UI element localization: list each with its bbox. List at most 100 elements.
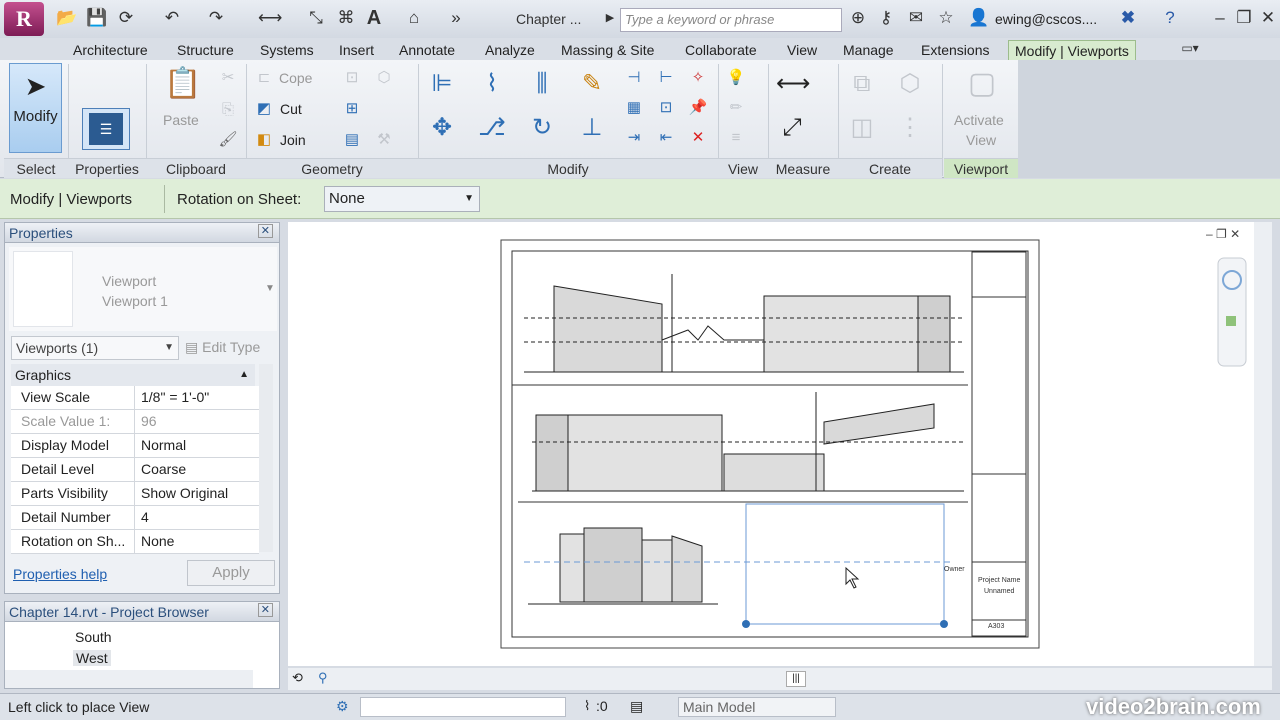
chevron-right-icon[interactable]: ▶ xyxy=(600,8,620,28)
delete-icon[interactable]: ✕ xyxy=(688,128,708,148)
pin-icon[interactable]: 📌 xyxy=(688,98,708,118)
rotation-on-sheet-select[interactable]: None ▼ xyxy=(324,186,480,212)
scroll-thumb[interactable]: ||| xyxy=(786,671,806,687)
visual-style-icon[interactable]: ⟲ xyxy=(292,670,303,686)
design-options-icon[interactable]: ▤ xyxy=(630,698,643,715)
binoculars-icon[interactable]: ⊕ xyxy=(848,8,868,28)
close-icon[interactable]: ✕ xyxy=(1258,8,1278,28)
sync-icon[interactable]: ⟳ xyxy=(116,8,136,28)
panel-measure[interactable]: Measure xyxy=(768,158,838,178)
vertical-scrollbar[interactable] xyxy=(1254,222,1272,666)
mirror-pick-axis-icon[interactable]: ⫼ xyxy=(526,68,558,100)
properties-scrollbar[interactable] xyxy=(259,364,273,552)
modify-button[interactable]: ➤ Modify xyxy=(9,63,62,153)
copy-element-icon[interactable]: ⎇ xyxy=(476,112,508,144)
paint-icon[interactable]: ▤ xyxy=(342,130,362,150)
ribbon-toggle-icon[interactable]: ▭▾ xyxy=(1180,38,1200,58)
split-gap-icon[interactable]: ⊢ xyxy=(656,68,676,88)
align-icon[interactable]: ⊫ xyxy=(426,68,458,100)
workset-select[interactable] xyxy=(360,697,566,717)
3d-view-icon[interactable]: ⌂ xyxy=(404,8,424,28)
split-face-icon[interactable]: ⊞ xyxy=(342,99,362,119)
join-icon[interactable]: ◧ xyxy=(254,130,274,150)
properties-help-link[interactable]: Properties help xyxy=(13,566,107,582)
trim-multiple-icon[interactable]: ⇥ xyxy=(624,128,644,148)
application-menu-button[interactable]: R xyxy=(4,2,44,36)
panel-select[interactable]: Select xyxy=(4,158,68,178)
offset-icon[interactable]: ⌇ xyxy=(476,68,508,100)
property-parts-visibility[interactable]: Parts Visibility Show Original xyxy=(11,482,259,506)
view-control-bar[interactable]: ⟲ ⚲ ||| xyxy=(288,668,1272,690)
save-icon[interactable]: 💾 xyxy=(86,8,107,28)
tab-modify-viewports[interactable]: Modify | Viewports xyxy=(1008,40,1136,60)
design-option-select[interactable]: Main Model xyxy=(678,697,836,717)
text-icon[interactable]: A xyxy=(364,8,384,28)
redo-icon[interactable]: ↷ xyxy=(206,8,226,28)
scale-icon[interactable]: ⊡ xyxy=(656,98,676,118)
worksharing-icon[interactable]: ⚲ xyxy=(318,670,328,686)
aligned-dimension-icon[interactable]: ⤡ xyxy=(306,8,326,28)
array-icon[interactable]: ▦ xyxy=(624,98,644,118)
browser-hscrollbar[interactable] xyxy=(5,670,253,688)
key-icon[interactable]: ⚷ xyxy=(876,8,896,28)
tab-structure[interactable]: Structure xyxy=(171,40,240,60)
minimize-icon[interactable]: – xyxy=(1210,8,1230,28)
type-properties-button[interactable]: ☰ xyxy=(82,108,130,150)
cut-geometry-label[interactable]: Cut xyxy=(280,101,302,117)
property-display-model[interactable]: Display Model Normal xyxy=(11,434,259,458)
user-name[interactable]: ewing@cscos.... xyxy=(995,11,1097,27)
tab-annotate[interactable]: Annotate xyxy=(393,40,461,60)
move-icon[interactable]: ✥ xyxy=(426,112,458,144)
close-icon[interactable]: ✕ xyxy=(257,603,273,617)
type-selector[interactable]: Viewport Viewport 1 ▼ xyxy=(9,247,277,331)
tab-analyze[interactable]: Analyze xyxy=(479,40,541,60)
tab-view[interactable]: View xyxy=(781,40,823,60)
edit-type-button[interactable]: ▤ Edit Type xyxy=(185,339,260,356)
measure-between-icon[interactable]: ⟷ xyxy=(776,68,810,100)
tab-manage[interactable]: Manage xyxy=(837,40,900,60)
element-filter-select[interactable]: Viewports (1) ▼ xyxy=(11,336,179,360)
trim-single-icon[interactable]: ⇤ xyxy=(656,128,676,148)
drawing-area[interactable]: Owner Project Name Unnamed A303 – ❐ ✕ xyxy=(288,222,1272,666)
star-icon[interactable]: ☆ xyxy=(936,8,956,28)
property-view-scale[interactable]: View Scale 1/8" = 1'-0" xyxy=(11,386,259,410)
browser-item-south[interactable]: South xyxy=(75,629,112,645)
search-input[interactable]: Type a keyword or phrase xyxy=(620,8,842,32)
close-icon[interactable]: ✕ xyxy=(257,224,273,238)
undo-icon[interactable]: ↶ xyxy=(162,8,182,28)
user-icon[interactable]: 👤 xyxy=(968,8,989,28)
worksets-icon[interactable]: ⚙ xyxy=(336,698,349,715)
restore-icon[interactable]: ❐ xyxy=(1234,8,1254,28)
tab-collaborate[interactable]: Collaborate xyxy=(679,40,763,60)
more-icon[interactable]: » xyxy=(446,8,466,28)
match-properties-icon[interactable]: 🖌 xyxy=(218,130,238,150)
mirror-draw-axis-icon[interactable]: ✎ xyxy=(576,68,608,100)
tag-icon[interactable]: ⌘ xyxy=(336,8,356,28)
open-icon[interactable]: 📂 xyxy=(56,8,77,28)
measure-along-icon[interactable]: ⤢ xyxy=(776,112,808,144)
exchange-apps-icon[interactable]: ✖ xyxy=(1118,8,1138,28)
graphics-group-header[interactable]: Graphics ▲ xyxy=(11,364,255,386)
help-icon[interactable]: ? xyxy=(1160,8,1180,28)
split-icon[interactable]: ⊣ xyxy=(624,68,644,88)
trim-extend-icon[interactable]: ⊥ xyxy=(576,112,608,144)
tab-systems[interactable]: Systems xyxy=(254,40,320,60)
property-rotation[interactable]: Rotation on Sh... None xyxy=(11,530,259,554)
measure-icon[interactable]: ⟷ xyxy=(258,8,282,28)
panel-geometry[interactable]: Geometry xyxy=(246,158,418,178)
property-detail-number[interactable]: Detail Number 4 xyxy=(11,506,259,530)
view-window-controls[interactable]: – ❐ ✕ xyxy=(1206,227,1240,241)
apply-button[interactable]: Apply xyxy=(187,560,275,586)
tab-architecture[interactable]: Architecture xyxy=(67,40,154,60)
property-detail-level[interactable]: Detail Level Coarse xyxy=(11,458,259,482)
unpin-icon[interactable]: ✧ xyxy=(688,68,708,88)
browser-item-west[interactable]: West xyxy=(73,650,111,666)
tab-extensions[interactable]: Extensions xyxy=(915,40,995,60)
join-label[interactable]: Join xyxy=(280,132,306,148)
panel-view[interactable]: View xyxy=(718,158,768,178)
communication-icon[interactable]: ✉ xyxy=(906,8,926,28)
filter-icon[interactable]: ⌇ xyxy=(584,698,590,714)
cut-geometry-icon[interactable]: ◩ xyxy=(254,99,274,119)
tab-massing-site[interactable]: Massing & Site xyxy=(555,40,660,60)
tab-insert[interactable]: Insert xyxy=(333,40,380,60)
